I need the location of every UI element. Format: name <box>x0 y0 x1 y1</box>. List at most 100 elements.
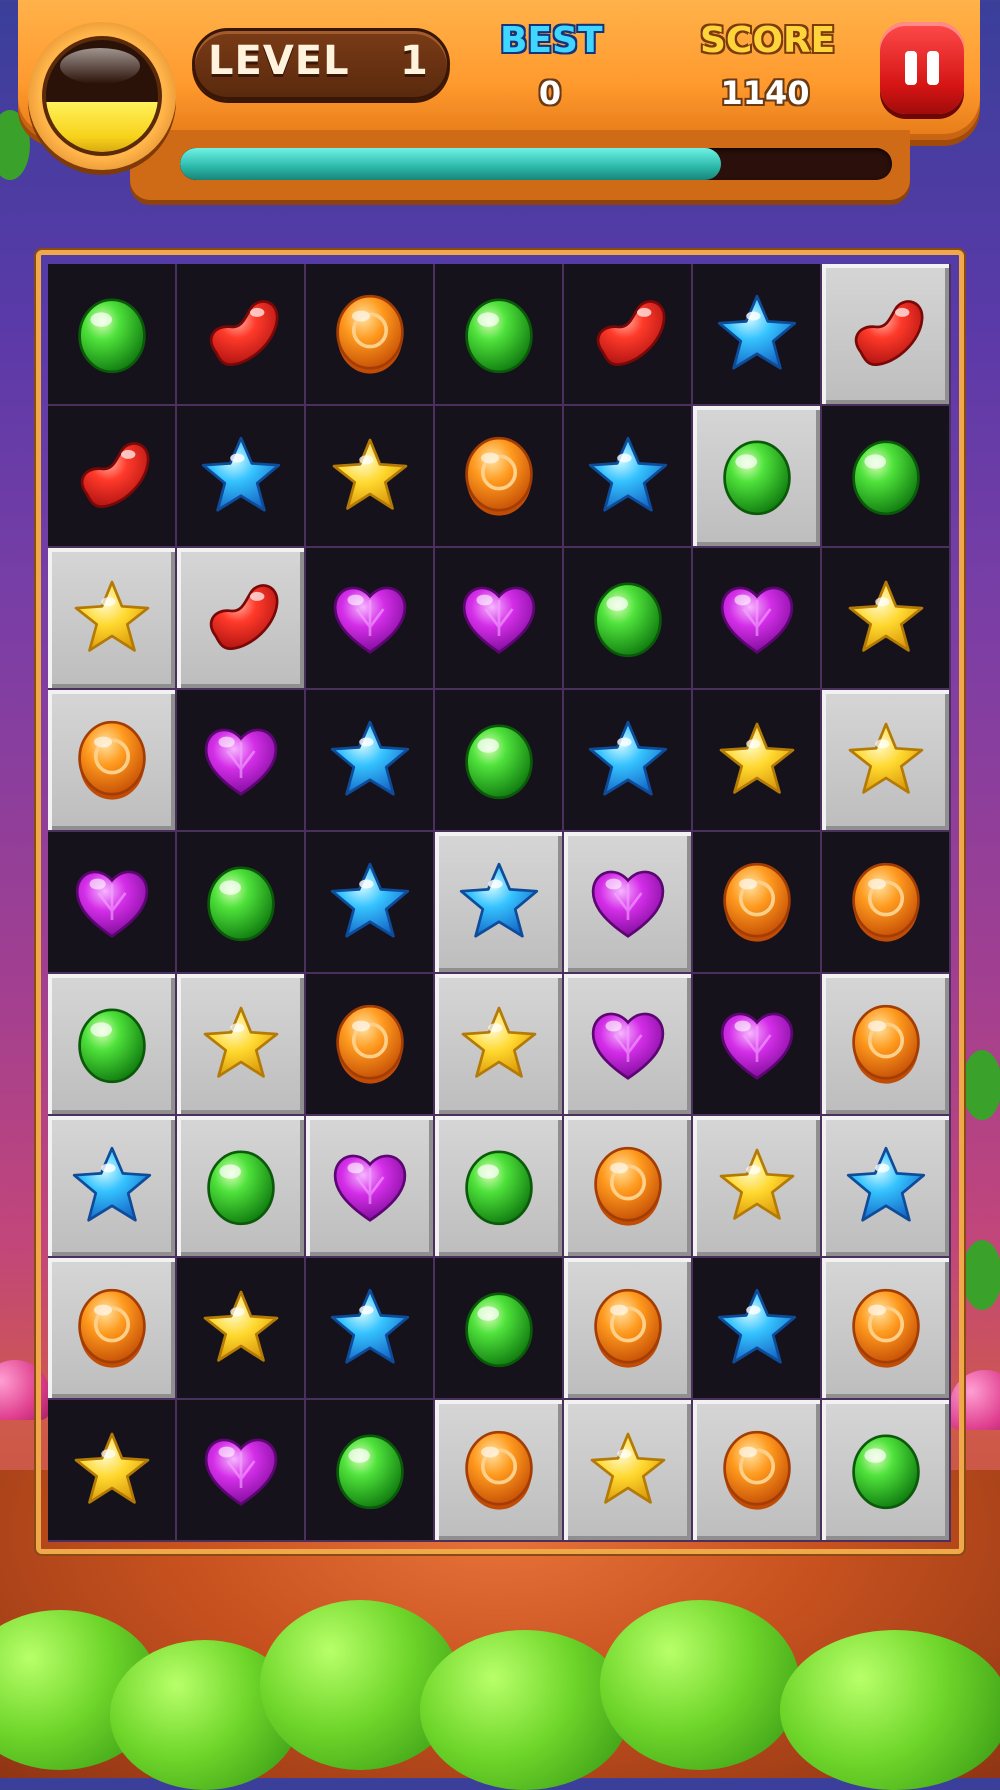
green-ball-candy-icon <box>77 1008 146 1084</box>
board-cell[interactable] <box>435 1258 564 1400</box>
board-cell[interactable] <box>435 832 564 974</box>
board-cell[interactable] <box>564 264 693 406</box>
board-cell[interactable] <box>306 1400 435 1542</box>
board-cell[interactable] <box>564 974 693 1116</box>
gauge-shine <box>60 48 140 84</box>
best-value: 0 <box>538 74 562 112</box>
board-cell[interactable] <box>822 974 951 1116</box>
board-cell[interactable] <box>822 1258 951 1400</box>
board-cell[interactable] <box>177 1116 306 1258</box>
board-cell[interactable] <box>48 1116 177 1258</box>
yellow-star-candy-icon <box>74 1432 149 1504</box>
leaf-decoration <box>962 1050 1000 1120</box>
board-cell[interactable] <box>48 690 177 832</box>
board-cell[interactable] <box>693 1116 822 1258</box>
board-cell[interactable] <box>822 1116 951 1258</box>
green-ball-candy-icon <box>722 440 791 516</box>
blue-star-candy-icon <box>459 862 538 938</box>
green-ball-candy-icon <box>851 440 920 516</box>
board-cell[interactable] <box>306 1116 435 1258</box>
board-cell[interactable] <box>564 406 693 548</box>
board-cell[interactable] <box>564 832 693 974</box>
board-cell[interactable] <box>306 832 435 974</box>
blue-star-candy-icon <box>330 862 409 938</box>
board-cell[interactable] <box>693 548 822 690</box>
blue-star-candy-icon <box>717 294 796 370</box>
board-cell[interactable] <box>48 1400 177 1542</box>
board-cell[interactable] <box>564 1258 693 1400</box>
yellow-star-candy-icon <box>332 438 407 510</box>
board-cell[interactable] <box>693 264 822 406</box>
board-cell[interactable] <box>435 264 564 406</box>
level-progress-fill <box>180 148 722 180</box>
purple-heart-candy-icon <box>204 728 277 796</box>
blue-star-candy-icon <box>72 1146 151 1222</box>
orange-coin-candy-icon <box>464 436 533 516</box>
orange-coin-candy-icon <box>77 720 146 800</box>
board-cell[interactable] <box>822 1400 951 1542</box>
yellow-star-candy-icon <box>848 580 923 652</box>
yellow-star-candy-icon <box>461 1006 536 1078</box>
board-cell[interactable] <box>48 548 177 690</box>
board-cell[interactable] <box>822 690 951 832</box>
pause-button[interactable] <box>880 22 964 114</box>
board-cell[interactable] <box>177 264 306 406</box>
board-cell[interactable] <box>564 1400 693 1542</box>
board-cell[interactable] <box>435 690 564 832</box>
board-cell[interactable] <box>435 1400 564 1542</box>
score-value: 1140 <box>720 74 810 112</box>
orange-coin-candy-icon <box>851 1004 920 1084</box>
yellow-star-candy-icon <box>203 1006 278 1078</box>
board-cell[interactable] <box>306 548 435 690</box>
board-cell[interactable] <box>822 406 951 548</box>
board-cell[interactable] <box>693 690 822 832</box>
board-cell[interactable] <box>48 1258 177 1400</box>
board-cell[interactable] <box>177 832 306 974</box>
board-cell[interactable] <box>177 1258 306 1400</box>
board-cell[interactable] <box>693 974 822 1116</box>
yellow-star-candy-icon <box>590 1432 665 1504</box>
yellow-star-candy-icon <box>74 580 149 652</box>
board-cell[interactable] <box>306 1258 435 1400</box>
bush-decoration <box>420 1630 630 1790</box>
board-cell[interactable] <box>564 548 693 690</box>
board-cell[interactable] <box>435 974 564 1116</box>
purple-heart-candy-icon <box>591 870 664 938</box>
board-cell[interactable] <box>48 832 177 974</box>
board-cell[interactable] <box>822 264 951 406</box>
board-cell[interactable] <box>177 974 306 1116</box>
purple-heart-candy-icon <box>591 1012 664 1080</box>
green-ball-candy-icon <box>464 298 533 374</box>
board-cell[interactable] <box>306 264 435 406</box>
board-cell[interactable] <box>822 832 951 974</box>
orange-coin-candy-icon <box>335 1004 404 1084</box>
red-bean-candy-icon <box>80 442 149 508</box>
board-cell[interactable] <box>564 690 693 832</box>
board-cell[interactable] <box>822 548 951 690</box>
board-cell[interactable] <box>177 548 306 690</box>
board-cell[interactable] <box>177 690 306 832</box>
board-cell[interactable] <box>435 406 564 548</box>
board-cell[interactable] <box>306 974 435 1116</box>
bush-decoration <box>600 1600 800 1770</box>
board-cell[interactable] <box>48 406 177 548</box>
board-cell[interactable] <box>177 1400 306 1542</box>
purple-heart-candy-icon <box>333 1154 406 1222</box>
board-cell[interactable] <box>564 1116 693 1258</box>
board-cell[interactable] <box>48 264 177 406</box>
orange-coin-candy-icon <box>593 1288 662 1368</box>
board-cell[interactable] <box>435 548 564 690</box>
board-cell[interactable] <box>306 690 435 832</box>
board-cell[interactable] <box>693 832 822 974</box>
board-cell[interactable] <box>435 1116 564 1258</box>
green-ball-candy-icon <box>206 1150 275 1226</box>
board-cell[interactable] <box>693 1400 822 1542</box>
green-ball-candy-icon <box>464 1292 533 1368</box>
board-cell[interactable] <box>306 406 435 548</box>
board-cell[interactable] <box>693 1258 822 1400</box>
level-progress-bar <box>180 148 892 180</box>
board-cell[interactable] <box>177 406 306 548</box>
board-cell[interactable] <box>48 974 177 1116</box>
board-cell[interactable] <box>693 406 822 548</box>
yellow-star-candy-icon <box>719 722 794 794</box>
